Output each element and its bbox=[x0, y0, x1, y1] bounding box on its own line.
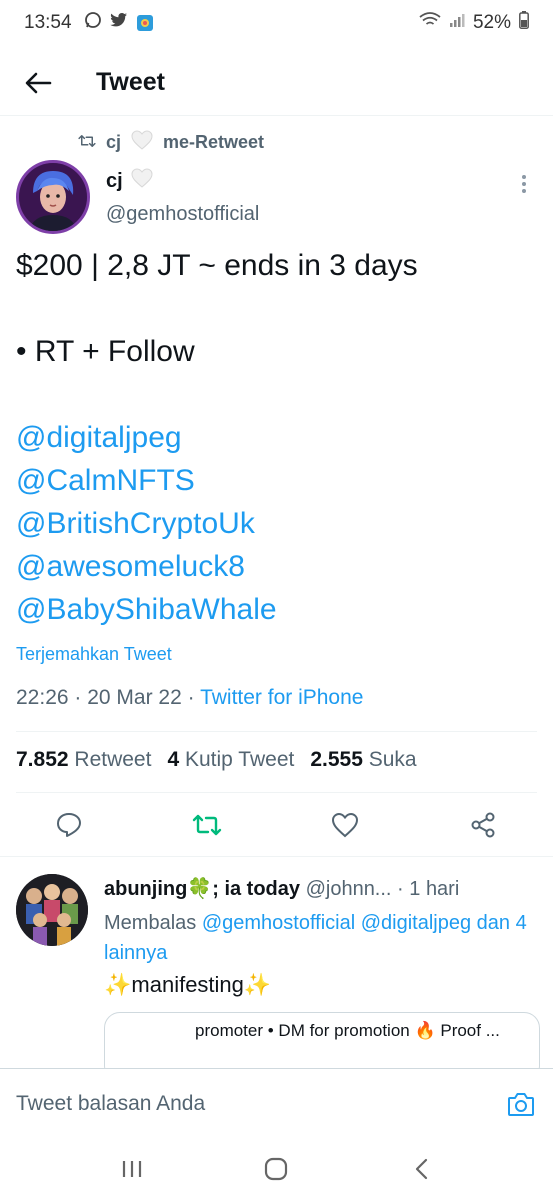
heart-icon[interactable] bbox=[328, 808, 362, 842]
home-icon[interactable] bbox=[256, 1149, 296, 1189]
reply-time: · 1 hari bbox=[391, 878, 460, 900]
mention-link[interactable]: @digitaljpeg bbox=[16, 416, 536, 459]
share-icon[interactable] bbox=[466, 808, 500, 842]
tweet-line: • RT + Follow bbox=[16, 335, 195, 368]
status-bar: 13:54 52% bbox=[0, 0, 553, 46]
page-title: Tweet bbox=[96, 68, 165, 96]
divider bbox=[16, 792, 537, 793]
retweet-user: cj bbox=[106, 132, 122, 152]
reply-author-handle[interactable]: @johnn... bbox=[300, 878, 392, 900]
tweet-actions bbox=[0, 804, 553, 846]
tweet-source-link[interactable]: Twitter for iPhone bbox=[200, 686, 363, 709]
retweet-icon bbox=[78, 132, 96, 153]
app-notification-icon bbox=[136, 14, 154, 32]
system-back-icon[interactable] bbox=[401, 1149, 441, 1189]
mention-link[interactable]: @BritishCryptoUk bbox=[16, 502, 536, 545]
reply-composer bbox=[0, 1068, 553, 1138]
system-navigation-bar bbox=[0, 1138, 553, 1200]
heart-emoji-icon bbox=[131, 130, 153, 155]
retweet-label: me-Retweet bbox=[163, 132, 265, 152]
twitter-icon bbox=[109, 12, 128, 34]
wifi-icon bbox=[419, 12, 441, 34]
mention-link[interactable]: @CalmNFTS bbox=[16, 459, 536, 502]
tweet-timestamp: 22:26 · 20 Mar 22 · Twitter for iPhone bbox=[16, 686, 363, 710]
heart-emoji-icon bbox=[131, 168, 153, 194]
reply-header: abunjing🍀; ia today @johnn... · 1 hari bbox=[104, 876, 542, 901]
more-icon[interactable] bbox=[512, 172, 536, 196]
tweet-stats: 7.852 Retweet 4 Kutip Tweet 2.555 Suka bbox=[16, 748, 417, 772]
retweeted-by[interactable]: cj me-Retweet bbox=[78, 130, 264, 155]
reply-tweet[interactable]: abunjing🍀; ia today @johnn... · 1 hari M… bbox=[16, 868, 546, 1082]
tweet-author: cj @gemhostofficial bbox=[16, 158, 536, 234]
reply-input[interactable] bbox=[16, 1091, 505, 1116]
avatar[interactable] bbox=[16, 874, 88, 946]
reply-author-name[interactable]: abunjing🍀; ia today bbox=[104, 878, 300, 900]
top-app-bar: Tweet bbox=[0, 50, 553, 116]
reply-text: ✨manifesting✨ bbox=[104, 972, 272, 997]
mention-link[interactable]: @awesomeluck8 bbox=[16, 545, 536, 588]
recent-apps-icon[interactable] bbox=[112, 1149, 152, 1189]
translate-tweet-link[interactable]: Terjemahkan Tweet bbox=[16, 644, 172, 665]
quoted-text: promoter • DM for promotion 🔥 Proof ... bbox=[195, 1021, 500, 1040]
divider bbox=[16, 731, 537, 732]
camera-icon[interactable] bbox=[505, 1088, 537, 1120]
battery-icon bbox=[519, 11, 529, 35]
author-handle[interactable]: @gemhostofficial bbox=[106, 203, 259, 226]
signal-icon bbox=[449, 12, 465, 34]
tweet-text: $200 | 2,8 JT ~ ends in 3 days • RT + Fo… bbox=[16, 244, 536, 631]
reply-icon[interactable] bbox=[52, 808, 86, 842]
tweet-line: $200 | 2,8 JT ~ ends in 3 days bbox=[16, 249, 418, 282]
mention-link[interactable]: @BabyShibaWhale bbox=[16, 588, 536, 631]
whatsapp-icon bbox=[84, 11, 102, 35]
like-count[interactable]: 2.555 Suka bbox=[310, 748, 416, 772]
quote-count[interactable]: 4 Kutip Tweet bbox=[167, 748, 294, 772]
battery-percent: 52% bbox=[472, 12, 511, 33]
status-time: 13:54 bbox=[24, 12, 72, 33]
tweet-time: 22:26 · 20 Mar 22 · bbox=[16, 686, 201, 709]
replying-to: Membalas @gemhostofficial @digitaljpeg d… bbox=[104, 908, 544, 968]
retweet-icon[interactable] bbox=[190, 808, 224, 842]
replying-mentions[interactable]: @gemhostofficial @digitaljpeg bbox=[202, 912, 471, 934]
avatar[interactable] bbox=[16, 160, 90, 234]
retweet-count[interactable]: 7.852 Retweet bbox=[16, 748, 151, 772]
author-name[interactable]: cj bbox=[106, 170, 123, 193]
divider bbox=[0, 856, 553, 857]
replying-prefix: Membalas bbox=[104, 912, 202, 934]
back-arrow-icon[interactable] bbox=[22, 67, 54, 99]
